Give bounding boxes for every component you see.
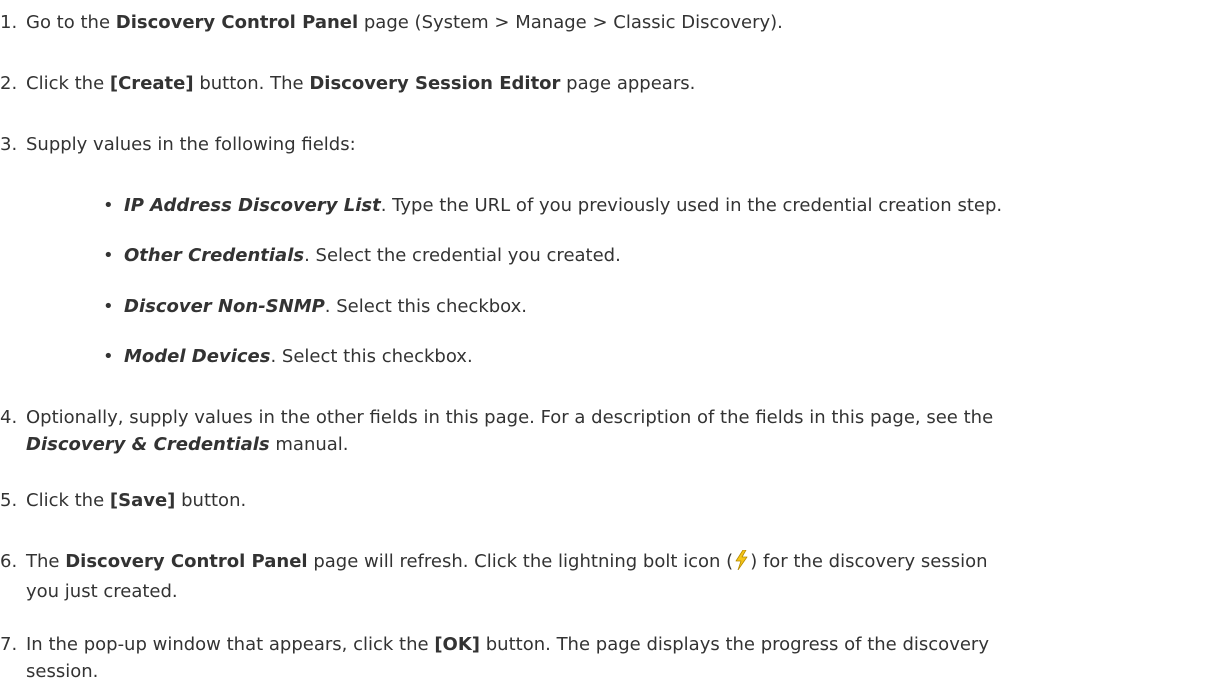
button-name-create: [Create] [109, 73, 194, 94]
field-name: IP Address Discovery List [124, 195, 381, 216]
field-item-other-credentials: • Other Credentials. Select the credenti… [103, 242, 1193, 269]
bullet-marker: • [103, 346, 114, 367]
field-name: Other Credentials [124, 245, 305, 266]
step-number: 4. [0, 407, 18, 428]
text-line: you just created. [26, 581, 178, 602]
step-number: 6. [0, 551, 18, 572]
step-7: 7. In the pop-up window that appears, cl… [0, 631, 1200, 685]
step-1: 1. Go to the Discovery Control Panel pag… [0, 9, 1200, 36]
text: Click the [26, 490, 110, 511]
text: Click the [26, 73, 110, 94]
field-item-ip-address-discovery-list: • IP Address Discovery List. Type the UR… [103, 192, 1193, 219]
step-number: 2. [0, 73, 18, 94]
button-name-save: [Save] [109, 490, 176, 511]
text: manual. [269, 434, 349, 455]
text: Go to the [26, 12, 116, 33]
text: page will refresh. Click the lightning b… [307, 551, 734, 572]
field-description: . Select the credential you created. [304, 245, 621, 266]
field-description: . Select this checkbox. [324, 296, 528, 317]
text: ) for the discovery session [750, 551, 988, 572]
field-description: . Type the URL of you previously used in… [380, 195, 1003, 216]
text: In the pop-up window that appears, click… [26, 634, 435, 655]
lightning-bolt-icon [734, 549, 749, 578]
step-text: Supply values in the following fields: [26, 134, 356, 155]
field-item-discover-non-snmp: • Discover Non-SNMP. Select this checkbo… [103, 293, 1193, 320]
text: page appears. [560, 73, 696, 94]
step-4: 4. Optionally, supply values in the othe… [0, 404, 1200, 458]
step-text: In the pop-up window that appears, click… [26, 631, 1200, 685]
step-number: 1. [0, 12, 18, 33]
step-number: 7. [0, 634, 18, 655]
bullet-marker: • [103, 245, 114, 266]
page-name-discovery-control-panel: Discovery Control Panel [65, 551, 308, 572]
text: The [26, 551, 66, 572]
text: page (System > Manage > Classic Discover… [358, 12, 783, 33]
step-text: The Discovery Control Panel page will re… [26, 548, 1200, 605]
manual-link-discovery-credentials: Discovery & Credentials [26, 434, 270, 455]
page-name-discovery-control-panel: Discovery Control Panel [115, 12, 359, 33]
step-5: 5. Click the [Save] button. [0, 487, 1200, 514]
step-text: Click the [Save] button. [26, 487, 1200, 514]
bullet-marker: • [103, 296, 114, 317]
field-item-model-devices: • Model Devices. Select this checkbox. [103, 343, 1193, 370]
step-text: Click the [Create] button. The Discovery… [26, 70, 1200, 97]
field-description: . Select this checkbox. [270, 346, 473, 367]
step-6: 6. The Discovery Control Panel page will… [0, 548, 1200, 605]
step-text: Optionally, supply values in the other f… [26, 404, 1200, 458]
field-name: Model Devices [124, 346, 271, 367]
procedure-document: 1. Go to the Discovery Control Panel pag… [0, 0, 1214, 690]
text-line: session. [26, 661, 99, 682]
step-number: 5. [0, 490, 18, 511]
field-name: Discover Non-SNMP [124, 296, 325, 317]
button-name-ok: [OK] [434, 634, 481, 655]
text: button. [175, 490, 247, 511]
text-line: Optionally, supply values in the other f… [26, 407, 994, 428]
step-2: 2. Click the [Create] button. The Discov… [0, 70, 1200, 97]
text: button. The page displays the progress o… [480, 634, 989, 655]
text: button. The [193, 73, 310, 94]
step-text: Go to the Discovery Control Panel page (… [26, 9, 1200, 36]
step-number: 3. [0, 134, 18, 155]
page-name-discovery-session-editor: Discovery Session Editor [309, 73, 561, 94]
bullet-marker: • [103, 195, 114, 216]
step-3: 3. Supply values in the following fields… [0, 131, 1200, 158]
